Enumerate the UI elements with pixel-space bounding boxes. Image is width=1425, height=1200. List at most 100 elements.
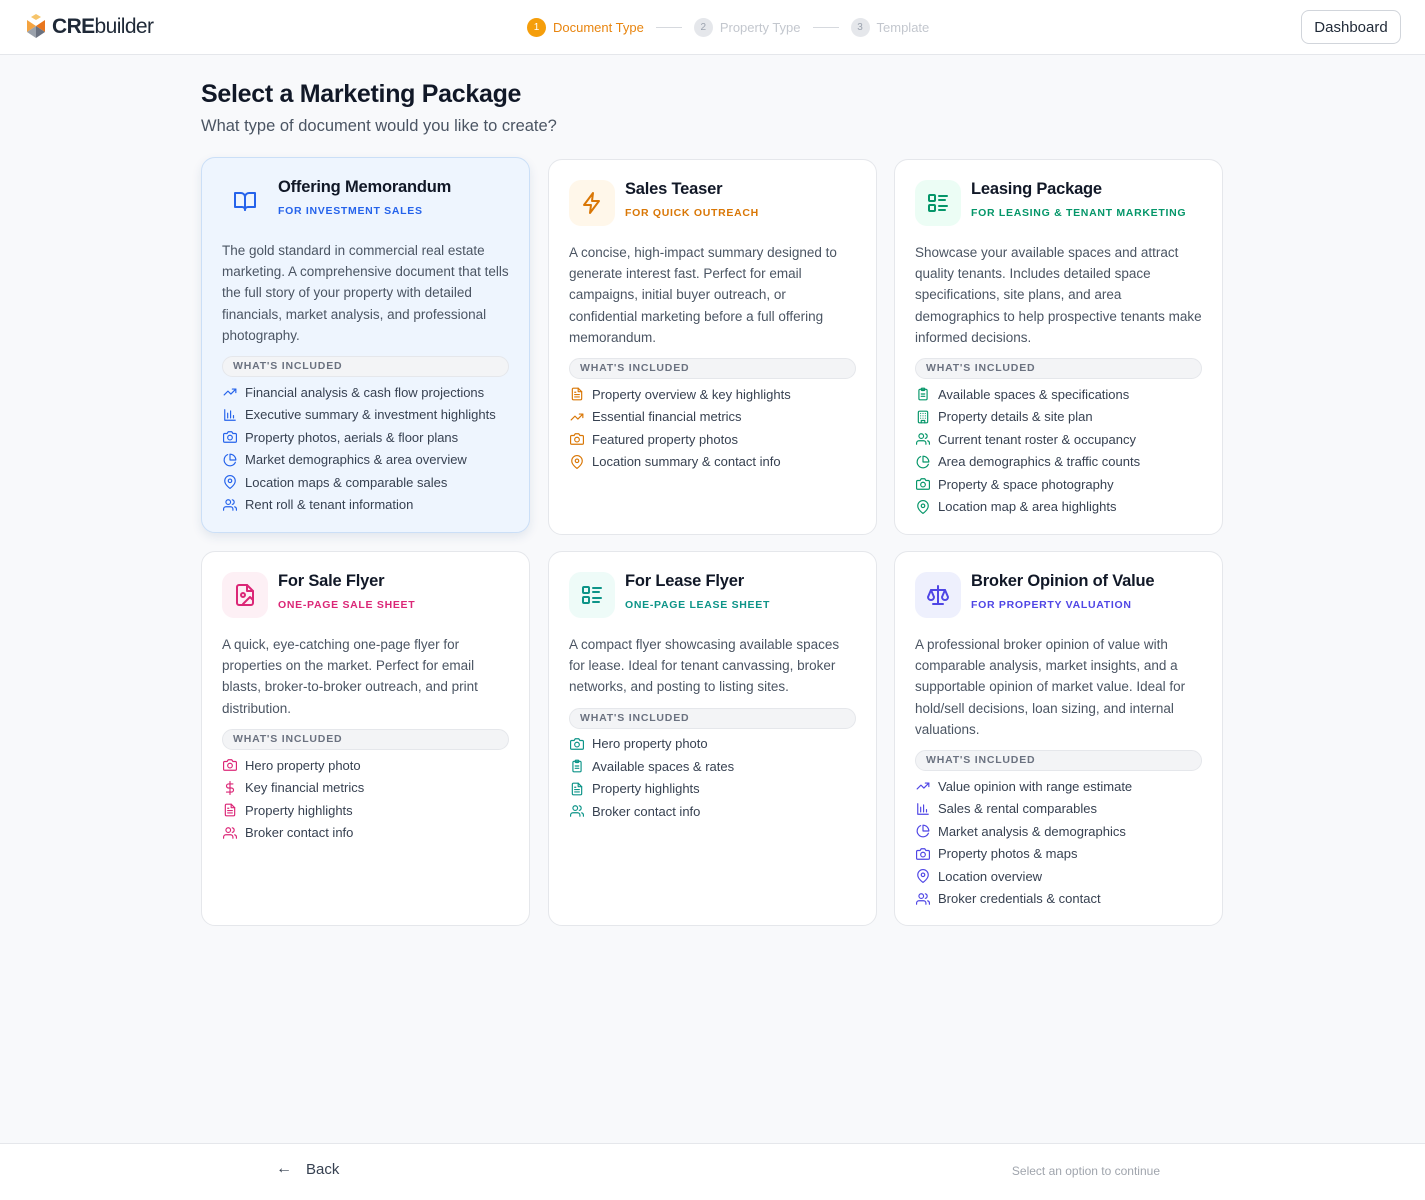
included-list: Hero property photo Key financial metrics… — [222, 754, 509, 844]
included-item-text: Available spaces & rates — [592, 758, 735, 774]
map-pin-icon — [915, 499, 930, 514]
whats-included-label: WHAT'S INCLUDED — [569, 707, 856, 729]
users-icon — [222, 825, 237, 840]
card-description: A compact flyer showcasing available spa… — [569, 637, 840, 695]
included-item: Sales & rental comparables — [915, 798, 1202, 821]
card-description: Showcase your available spaces and attra… — [915, 245, 1202, 345]
camera-icon — [569, 736, 584, 751]
included-item-text: Market demographics & area overview — [245, 452, 467, 468]
package-card-broker-opinion-of-value[interactable]: Broker Opinion of Value FOR PROPERTY VAL… — [894, 551, 1223, 926]
card-title: For Lease Flyer — [625, 572, 744, 590]
included-item-text: Broker credentials & contact — [938, 891, 1101, 907]
package-card-for-sale-flyer[interactable]: For Sale Flyer ONE-PAGE SALE SHEET A qui… — [201, 551, 530, 926]
card-description: A quick, eye-catching one-page flyer for… — [222, 637, 478, 716]
camera-icon — [915, 846, 930, 861]
included-item: Broker contact info — [222, 821, 509, 844]
clipboard-icon — [915, 387, 930, 402]
card-tag: ONE-PAGE SALE SHEET — [278, 599, 416, 611]
card-tag: FOR QUICK OUTREACH — [625, 207, 759, 219]
included-item-text: Executive summary & investment highlight… — [245, 407, 496, 423]
included-list: Value opinion with range estimate Sales &… — [915, 775, 1202, 910]
step-number: 1 — [527, 17, 546, 37]
dashboard-button[interactable]: Dashboard — [1301, 10, 1401, 44]
card-header: Offering Memorandum FOR INVESTMENT SALES — [222, 158, 509, 242]
card-tag: FOR LEASING & TENANT MARKETING — [971, 207, 1187, 219]
card-tag: ONE-PAGE LEASE SHEET — [625, 599, 771, 611]
included-item-text: Hero property photo — [592, 736, 708, 752]
wizard-steps: 1 Document Type 2 Property Type 3 Templa… — [527, 17, 929, 37]
included-item: Hero property photo — [222, 754, 509, 777]
card-tag: FOR INVESTMENT SALES — [278, 205, 423, 217]
included-item: Market demographics & area overview — [222, 449, 509, 472]
included-item: Market analysis & demographics — [915, 820, 1202, 843]
document-icon — [222, 803, 237, 818]
map-pin-icon — [569, 454, 584, 469]
package-card-offering-memorandum[interactable]: Offering Memorandum FOR INVESTMENT SALES… — [201, 157, 530, 533]
logo-mark-icon — [27, 14, 45, 38]
scale-icon — [915, 572, 961, 618]
included-item-text: Hero property photo — [245, 757, 361, 773]
included-item: Available spaces & rates — [569, 755, 856, 778]
step-template: 3 Template — [850, 17, 929, 37]
arrow-left-icon: ← — [276, 1160, 292, 1177]
included-item-text: Value opinion with range estimate — [938, 778, 1133, 794]
package-card-leasing-package[interactable]: Leasing Package FOR LEASING & TENANT MAR… — [894, 159, 1223, 535]
brand-logo[interactable]: CREbuilder — [24, 14, 154, 40]
card-header: Sales Teaser FOR QUICK OUTREACH — [569, 160, 856, 244]
camera-icon — [915, 477, 930, 492]
pie-chart-icon — [222, 452, 237, 467]
card-header: Leasing Package FOR LEASING & TENANT MAR… — [915, 160, 1202, 244]
file-image-icon — [222, 572, 268, 618]
included-item: Rent roll & tenant information — [222, 494, 509, 517]
included-item: Current tenant roster & occupancy — [915, 428, 1202, 451]
included-item-text: Area demographics & traffic counts — [938, 454, 1141, 470]
included-item: Hero property photo — [569, 733, 856, 756]
included-item: Broker contact info — [569, 800, 856, 823]
card-tag: FOR PROPERTY VALUATION — [971, 599, 1132, 611]
included-item: Property highlights — [222, 799, 509, 822]
card-description: A professional broker opinion of value w… — [915, 637, 1186, 737]
step-label: Document Type — [553, 19, 644, 35]
included-item: Value opinion with range estimate — [915, 775, 1202, 798]
step-number: 2 — [693, 17, 713, 37]
step-document-type: 1 Document Type — [527, 17, 644, 37]
book-open-icon — [222, 178, 268, 224]
included-item-text: Property & space photography — [938, 476, 1114, 492]
document-icon — [569, 387, 584, 402]
package-card-for-lease-flyer[interactable]: For Lease Flyer ONE-PAGE LEASE SHEET A c… — [548, 551, 877, 926]
step-property-type: 2 Property Type — [693, 17, 801, 37]
brand-name: CREbuilder — [52, 15, 154, 38]
card-title: For Sale Flyer — [278, 572, 385, 590]
included-item-text: Rent roll & tenant information — [245, 497, 414, 513]
included-item-text: Market analysis & demographics — [938, 823, 1126, 839]
lightning-icon — [569, 180, 615, 226]
included-item-text: Location overview — [938, 868, 1043, 884]
whats-included-label: WHAT'S INCLUDED — [915, 358, 1202, 380]
included-item: Property photos, aerials & floor plans — [222, 426, 509, 449]
whats-included-label: WHAT'S INCLUDED — [222, 728, 509, 750]
included-item-text: Financial analysis & cash flow projectio… — [245, 384, 485, 400]
camera-icon — [222, 430, 237, 445]
building-icon — [915, 409, 930, 424]
included-item-text: Current tenant roster & occupancy — [938, 431, 1136, 447]
included-item-text: Property photos & maps — [938, 846, 1078, 862]
included-item: Location maps & comparable sales — [222, 471, 509, 494]
included-item-text: Featured property photos — [592, 431, 738, 447]
card-header: Broker Opinion of Value FOR PROPERTY VAL… — [915, 552, 1202, 636]
back-label: Back — [306, 1160, 340, 1178]
map-pin-icon — [222, 475, 237, 490]
bar-chart-icon — [915, 801, 930, 816]
camera-icon — [569, 432, 584, 447]
card-description: A concise, high-impact summary designed … — [569, 245, 837, 345]
whats-included-label: WHAT'S INCLUDED — [222, 356, 509, 378]
bar-chart-icon — [222, 407, 237, 422]
included-item: Featured property photos — [569, 428, 856, 451]
trending-up-icon — [222, 385, 237, 400]
included-list: Available spaces & specifications Propert… — [915, 383, 1202, 518]
included-item: Essential financial metrics — [569, 406, 856, 429]
included-item-text: Broker contact info — [245, 825, 354, 841]
package-card-sales-teaser[interactable]: Sales Teaser FOR QUICK OUTREACH A concis… — [548, 159, 877, 535]
included-item: Property highlights — [569, 778, 856, 801]
back-button[interactable]: ← Back — [276, 1160, 339, 1178]
included-item-text: Property highlights — [592, 781, 700, 797]
